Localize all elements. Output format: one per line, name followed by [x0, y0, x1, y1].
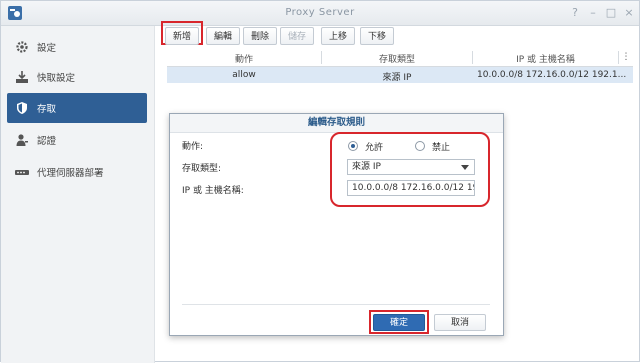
title-bar: Proxy Server ? – □ × — [1, 1, 639, 26]
user-key-icon — [13, 131, 31, 149]
cell-ip: 10.0.0.0/8 172.16.0.0/12 192.1... — [477, 70, 627, 80]
sidebar-item-label: 認證 — [37, 136, 57, 147]
download-icon — [13, 68, 31, 86]
table-row[interactable]: allow 來源 IP 10.0.0.0/8 172.16.0.0/12 192… — [167, 67, 633, 83]
column-menu-icon[interactable]: ⋮ — [619, 52, 633, 62]
column-header-type[interactable]: 存取類型 — [322, 52, 472, 65]
sidebar-item-label: 存取 — [37, 104, 57, 115]
sidebar: 設定 快取設定 存取 認證 代理伺服器部署 — [1, 26, 155, 363]
sidebar-item-access[interactable]: 存取 — [7, 93, 147, 123]
fields-highlight — [330, 132, 490, 207]
action-label: 動作: — [182, 142, 204, 152]
cell-action: allow — [232, 70, 256, 80]
cell-type: 來源 IP — [382, 73, 412, 83]
new-button[interactable]: 新增 — [165, 27, 199, 45]
proxy-server-window: Proxy Server ? – □ × 設定 快取設定 存取 認證 代理伺服器… — [0, 0, 640, 363]
sidebar-item-label: 快取設定 — [37, 73, 76, 84]
minimize-icon[interactable]: – — [585, 5, 601, 21]
column-header-ip[interactable]: IP 或 主機名稱 — [473, 52, 618, 65]
sidebar-item-auth[interactable]: 認證 — [7, 125, 147, 155]
gear-icon — [13, 38, 31, 56]
ok-button[interactable]: 確定 — [373, 314, 425, 331]
sidebar-item-settings[interactable]: 設定 — [7, 32, 147, 62]
router-icon — [13, 163, 31, 181]
close-icon[interactable]: × — [621, 5, 637, 21]
maximize-icon[interactable]: □ — [603, 5, 619, 21]
window-title: Proxy Server — [285, 7, 355, 18]
table-header: 動作 存取類型 IP 或 主機名稱 ⋮ — [167, 49, 633, 67]
ip-hostname-label: IP 或 主機名稱: — [182, 186, 244, 196]
access-type-label: 存取類型: — [182, 164, 222, 174]
dialog-divider — [182, 304, 490, 305]
delete-button[interactable]: 刪除 — [243, 27, 277, 45]
sidebar-item-cache[interactable]: 快取設定 — [7, 62, 147, 92]
move-down-button[interactable]: 下移 — [360, 27, 394, 45]
help-icon[interactable]: ? — [567, 5, 583, 21]
shield-icon — [13, 99, 31, 117]
sidebar-item-label: 代理伺服器部署 — [37, 168, 104, 179]
sidebar-item-deployment[interactable]: 代理伺服器部署 — [7, 157, 147, 187]
sidebar-item-label: 設定 — [37, 43, 57, 54]
save-button[interactable]: 儲存 — [280, 27, 314, 45]
move-up-button[interactable]: 上移 — [321, 27, 355, 45]
cancel-button[interactable]: 取消 — [434, 314, 486, 331]
dialog-title: 編輯存取規則 — [170, 114, 503, 133]
edit-button[interactable]: 編輯 — [206, 27, 240, 45]
column-header-action[interactable]: 動作 — [167, 52, 321, 65]
